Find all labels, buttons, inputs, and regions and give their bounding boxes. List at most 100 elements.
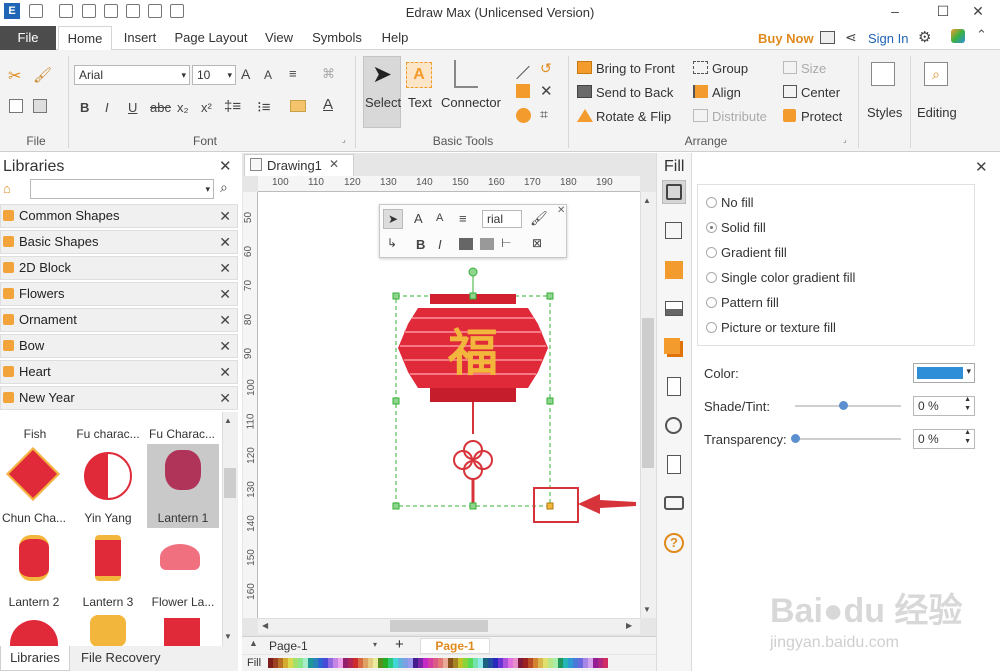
tab-file-recovery[interactable]: File Recovery xyxy=(70,646,238,671)
shape-chun-label[interactable]: Chun Cha... xyxy=(0,511,68,525)
scroll-down-icon[interactable]: ▼ xyxy=(643,605,651,614)
shape-fu-character-2-label[interactable]: Fu Charac... xyxy=(146,427,218,441)
distribute-button[interactable]: Distribute xyxy=(712,109,767,124)
close-icon[interactable]: ✕ xyxy=(219,361,231,383)
copy-icon[interactable] xyxy=(9,99,23,113)
send-to-back-button[interactable]: Send to Back xyxy=(596,85,673,100)
page-tab-active[interactable]: Page-1 xyxy=(420,638,490,654)
image-panel-button[interactable] xyxy=(662,297,686,321)
add-page-icon[interactable]: + xyxy=(395,636,404,653)
italic-button[interactable]: I xyxy=(105,100,109,115)
scroll-up-icon[interactable]: ▲ xyxy=(224,416,232,425)
shade-slider-thumb[interactable] xyxy=(838,401,848,410)
close-icon[interactable]: ✕ xyxy=(219,205,231,227)
transparency-value-input[interactable]: 0 % ▲ ▼ xyxy=(913,429,975,449)
fill-option-solid-fill[interactable]: Solid fill xyxy=(706,220,766,235)
crop-tool-icon[interactable]: ⌗ xyxy=(540,106,548,123)
library-2d-block[interactable]: 2D Block ✕ xyxy=(0,256,238,280)
rotation-handle[interactable] xyxy=(468,267,478,277)
scroll-left-icon[interactable]: ◀ xyxy=(262,621,268,630)
close-float-toolbar-icon[interactable]: ✕ xyxy=(557,205,565,216)
close-icon[interactable]: ✕ xyxy=(219,387,231,409)
float-distribute-icon[interactable]: ⊢ xyxy=(501,236,511,250)
close-icon[interactable]: ✕ xyxy=(219,283,231,305)
shape-lantern-2-label[interactable]: Lantern 2 xyxy=(0,595,68,609)
canvas-scroll-thumb-horizontal[interactable] xyxy=(390,620,488,632)
library-scroll-thumb[interactable] xyxy=(224,468,236,498)
collapse-ribbon-icon[interactable]: ⌃ xyxy=(976,27,987,43)
underline-button[interactable]: U xyxy=(128,100,137,115)
library-basic-shapes[interactable]: Basic Shapes ✕ xyxy=(0,230,238,254)
float-connector-icon[interactable]: ↳ xyxy=(387,236,397,250)
share-icon[interactable]: ⋖ xyxy=(845,29,857,46)
close-document-icon[interactable]: ✕ xyxy=(329,157,339,171)
page-selector[interactable]: Page-1 xyxy=(269,639,308,653)
text-tool-label[interactable]: Text xyxy=(408,95,432,110)
chun-diamond-icon[interactable] xyxy=(6,447,60,501)
yin-yang-icon[interactable] xyxy=(84,452,132,500)
shape-yin-yang-label[interactable]: Yin Yang xyxy=(74,511,142,525)
scroll-up-icon[interactable]: ▲ xyxy=(643,196,651,205)
library-new-year[interactable]: New Year ✕ xyxy=(0,386,238,410)
shape-flower-lantern-label[interactable]: Flower La... xyxy=(146,595,220,609)
arrange-dialog-launcher-icon[interactable]: ⌟ xyxy=(843,135,847,144)
red-envelope-icon[interactable] xyxy=(164,618,200,646)
shape-lantern-3-label[interactable]: Lantern 3 xyxy=(74,595,142,609)
rotate-flip-button[interactable]: Rotate & Flip xyxy=(596,109,671,124)
lantern-2-icon[interactable] xyxy=(19,535,49,581)
bullets-icon[interactable]: ⁝≡ xyxy=(257,98,271,116)
library-search-input[interactable]: ▾ xyxy=(30,179,214,199)
transparency-slider-thumb[interactable] xyxy=(791,434,800,443)
protect-button[interactable]: Protect xyxy=(801,109,842,124)
close-icon[interactable]: ✕ xyxy=(219,335,231,357)
tab-view[interactable]: View xyxy=(260,26,298,50)
close-window-button[interactable]: ✕ xyxy=(968,3,988,20)
library-flowers[interactable]: Flowers ✕ xyxy=(0,282,238,306)
float-align-icon[interactable]: ≡ xyxy=(459,211,467,226)
shade-slider-track[interactable] xyxy=(795,405,901,407)
scroll-down-icon[interactable]: ▼ xyxy=(224,632,232,641)
font-name-select[interactable]: Arial ▾ xyxy=(74,65,190,85)
text-tool-icon[interactable]: A xyxy=(406,62,432,88)
font-color-icon[interactable]: A xyxy=(323,96,333,113)
palette-swatch[interactable] xyxy=(603,658,608,668)
float-style-icon[interactable]: ⊠ xyxy=(532,236,542,250)
color-panel-button[interactable] xyxy=(662,258,686,282)
bold-button[interactable]: B xyxy=(80,100,89,115)
spinner-icon[interactable]: ▲ ▼ xyxy=(964,428,971,446)
fill-option-no-fill[interactable]: No fill xyxy=(706,195,754,210)
shade-value-input[interactable]: 0 % ▲ ▼ xyxy=(913,396,975,416)
page-dropdown-icon[interactable]: ▾ xyxy=(373,640,377,649)
superscript-button[interactable]: x² xyxy=(201,100,212,115)
file-menu-button[interactable]: File xyxy=(0,26,56,50)
float-bring-front-icon[interactable] xyxy=(459,238,473,250)
tab-page-layout[interactable]: Page Layout xyxy=(170,26,252,50)
close-icon[interactable]: ✕ xyxy=(219,231,231,253)
shrink-font-icon[interactable]: A xyxy=(264,68,272,82)
subscript-button[interactable]: x₂ xyxy=(177,100,189,115)
format-painter-icon[interactable]: 🖌 xyxy=(33,66,52,84)
connector-tool-label[interactable]: Connector xyxy=(441,95,501,110)
theme-icon[interactable] xyxy=(951,29,965,43)
arc-tool-icon[interactable]: ↺ xyxy=(540,60,552,77)
editing-button[interactable]: Editing xyxy=(917,105,957,120)
fill-option-gradient-fill[interactable]: Gradient fill xyxy=(706,245,787,260)
scroll-right-icon[interactable]: ▶ xyxy=(626,621,632,630)
rectangle-tool-icon[interactable] xyxy=(516,84,530,98)
lantern-3-icon[interactable] xyxy=(95,535,121,581)
float-send-back-icon[interactable] xyxy=(480,238,494,250)
fill-option-picture-texture[interactable]: Picture or texture fill xyxy=(706,320,836,335)
close-fill-panel-icon[interactable]: ✕ xyxy=(975,158,988,176)
color-picker[interactable]: ▾ xyxy=(913,363,975,383)
styles-icon[interactable] xyxy=(871,62,895,86)
font-size-select[interactable]: 10 ▾ xyxy=(192,65,236,85)
float-format-painter-icon[interactable]: 🖌 xyxy=(530,210,548,227)
shape-lantern-1-label[interactable]: Lantern 1 xyxy=(149,511,217,525)
clear-format-icon[interactable]: ⌘ xyxy=(322,66,335,82)
shape-fu-character-label[interactable]: Fu charac... xyxy=(72,427,144,441)
size-button[interactable]: Size xyxy=(801,61,826,76)
cut-icon[interactable]: ✂ xyxy=(8,66,21,86)
spinner-icon[interactable]: ▲ ▼ xyxy=(964,395,971,413)
align-text-icon[interactable]: ≡ xyxy=(289,66,297,81)
shadow-panel-button[interactable] xyxy=(662,336,686,360)
